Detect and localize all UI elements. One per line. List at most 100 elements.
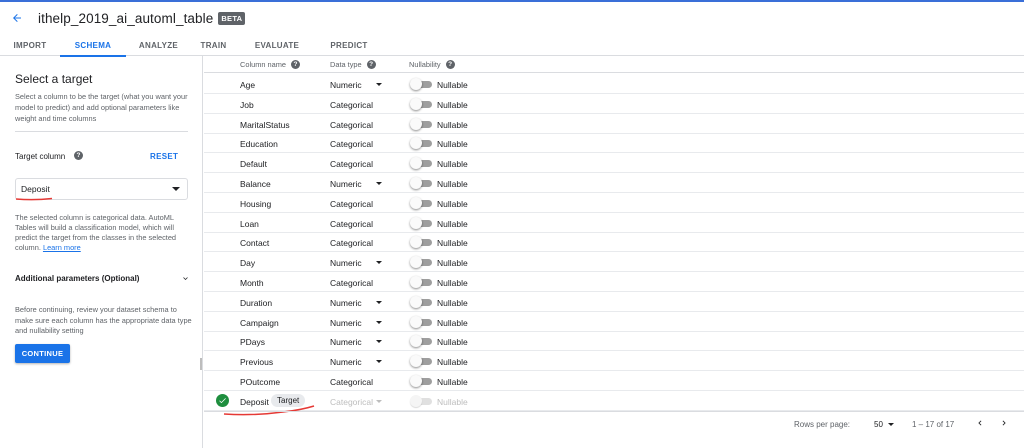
- data-type-select[interactable]: Numeric: [330, 258, 362, 268]
- table-row: Previous Numeric Nullable: [204, 351, 1024, 372]
- data-type-select[interactable]: Numeric: [330, 179, 362, 189]
- nullable-label: Nullable: [437, 179, 468, 189]
- nullable-toggle[interactable]: [410, 78, 432, 90]
- chevron-down-icon: [183, 277, 188, 280]
- dropdown-caret-icon: [172, 187, 180, 191]
- nullable-toggle[interactable]: [410, 375, 432, 387]
- dropdown-caret-icon: [888, 423, 894, 426]
- help-icon[interactable]: ?: [366, 60, 376, 69]
- data-type-select[interactable]: Categorical: [330, 238, 373, 248]
- nullable-toggle[interactable]: [410, 355, 432, 368]
- table-row: Deposit Target Categorical Nullable: [204, 391, 1024, 411]
- nullable-label: Nullable: [437, 159, 468, 170]
- data-type-select[interactable]: Numeric: [330, 298, 362, 308]
- reset-button[interactable]: RESET: [150, 152, 178, 161]
- nullable-toggle[interactable]: [410, 117, 432, 130]
- table-row: Loan Categorical Nullable: [204, 213, 1024, 233]
- data-type-select[interactable]: Numeric: [330, 318, 362, 328]
- table-row: Day Numeric Nullable: [204, 252, 1024, 273]
- red-annotation-underline: [15, 197, 53, 201]
- rows-per-page-label: Rows per page:: [794, 420, 851, 429]
- column-name-cell: PDays: [240, 337, 266, 348]
- schema-table: Column name? Data type? Nullability? Age…: [204, 56, 1024, 411]
- nullable-toggle[interactable]: [410, 236, 432, 249]
- tab-analyze[interactable]: ANALYZE: [126, 34, 191, 56]
- column-name-cell: POutcome: [240, 377, 281, 387]
- tab-evaluate[interactable]: EVALUATE: [236, 34, 318, 56]
- nullable-toggle[interactable]: [410, 97, 432, 110]
- data-type-select[interactable]: Numeric: [330, 337, 362, 347]
- table-row: POutcome Categorical Nullable: [204, 371, 1024, 391]
- pagination-range: 1 – 17 of 17: [912, 420, 955, 429]
- nullable-toggle[interactable]: [410, 196, 432, 209]
- nullable-toggle[interactable]: [410, 177, 432, 189]
- chevron-right-icon[interactable]: [997, 416, 1011, 430]
- sidebar-description: Select a column to be the target (what y…: [15, 92, 188, 123]
- tab-schema[interactable]: SCHEMA: [60, 34, 126, 57]
- nullable-label: Nullable: [437, 357, 468, 368]
- nullability-header: Nullability?: [409, 60, 455, 69]
- rows-per-page-select[interactable]: 50: [874, 420, 883, 429]
- data-type-select[interactable]: Categorical: [330, 159, 373, 169]
- table-row: Job Categorical Nullable: [204, 94, 1024, 114]
- nullable-label: Nullable: [437, 198, 468, 209]
- help-icon[interactable]: ?: [74, 151, 83, 160]
- page-title: ithelp_2019_ai_automl_table: [38, 10, 214, 26]
- data-type-select[interactable]: Categorical: [330, 100, 373, 110]
- additional-parameters-label: Additional parameters (Optional): [15, 274, 140, 283]
- nullable-toggle[interactable]: [410, 315, 432, 328]
- beta-badge: BETA: [218, 11, 246, 25]
- data-type-select[interactable]: Categorical: [330, 278, 373, 288]
- dropdown-caret-icon: [376, 300, 382, 304]
- nullable-toggle[interactable]: [410, 137, 432, 150]
- nullable-toggle[interactable]: [410, 157, 432, 170]
- nullable-toggle: [410, 394, 432, 407]
- nullable-label: Nullable: [437, 317, 468, 328]
- nullable-toggle[interactable]: [410, 276, 432, 288]
- data-type-select[interactable]: Categorical: [330, 199, 373, 209]
- table-row: Housing Categorical Nullable: [204, 193, 1024, 213]
- nullable-label: Nullable: [437, 80, 468, 90]
- nullable-toggle[interactable]: [410, 295, 432, 308]
- tab-predict[interactable]: PREDICT: [318, 34, 380, 56]
- data-type-select[interactable]: Categorical: [330, 219, 373, 229]
- help-icon[interactable]: ?: [291, 60, 301, 69]
- back-arrow-icon[interactable]: [10, 11, 24, 25]
- table-row: Balance Numeric Nullable: [204, 173, 1024, 193]
- additional-parameters-toggle[interactable]: Additional parameters (Optional): [15, 274, 190, 283]
- column-name-cell: Education: [240, 139, 278, 150]
- dropdown-caret-icon: [376, 261, 382, 265]
- data-type-select[interactable]: Categorical: [330, 139, 373, 149]
- continue-button[interactable]: CONTINUE: [15, 344, 70, 363]
- data-type-select[interactable]: Categorical: [330, 377, 373, 387]
- data-type-select[interactable]: Categorical: [330, 120, 373, 130]
- learn-more-link[interactable]: Learn more: [43, 243, 81, 252]
- column-name-cell: Contact: [240, 238, 270, 249]
- nullable-toggle[interactable]: [410, 256, 432, 269]
- data-type-header: Data type?: [330, 60, 376, 69]
- chevron-left-icon[interactable]: [973, 416, 987, 430]
- dropdown-caret-icon: [376, 182, 382, 185]
- tab-bar: IMPORT SCHEMA ANALYZE TRAIN EVALUATE PRE…: [0, 34, 1024, 57]
- column-name-cell: Duration: [240, 297, 273, 308]
- nullable-label: Nullable: [437, 337, 468, 348]
- dropdown-caret-icon: [376, 320, 382, 324]
- panel-resize-handle[interactable]: [200, 358, 202, 370]
- table-row: Age Numeric Nullable: [204, 74, 1024, 94]
- table-row: Default Categorical Nullable: [204, 153, 1024, 174]
- tab-train[interactable]: TRAIN: [191, 34, 236, 56]
- help-icon[interactable]: ?: [445, 60, 455, 69]
- nullable-label: Nullable: [437, 99, 468, 110]
- nullable-toggle[interactable]: [410, 216, 432, 229]
- tab-import[interactable]: IMPORT: [0, 34, 60, 56]
- nullable-label: Nullable: [437, 218, 468, 229]
- column-name-cell: Loan: [240, 218, 259, 229]
- table-row: Campaign Numeric Nullable: [204, 312, 1024, 332]
- target-info-text: The selected column is categorical data.…: [15, 213, 177, 252]
- nullable-toggle[interactable]: [410, 335, 432, 348]
- column-name-cell: Age: [240, 80, 256, 90]
- data-type-select[interactable]: Numeric: [330, 80, 362, 90]
- table-row: MaritalStatus Categorical Nullable: [204, 114, 1024, 134]
- column-name-cell: Housing: [240, 198, 272, 209]
- data-type-select[interactable]: Numeric: [330, 357, 362, 367]
